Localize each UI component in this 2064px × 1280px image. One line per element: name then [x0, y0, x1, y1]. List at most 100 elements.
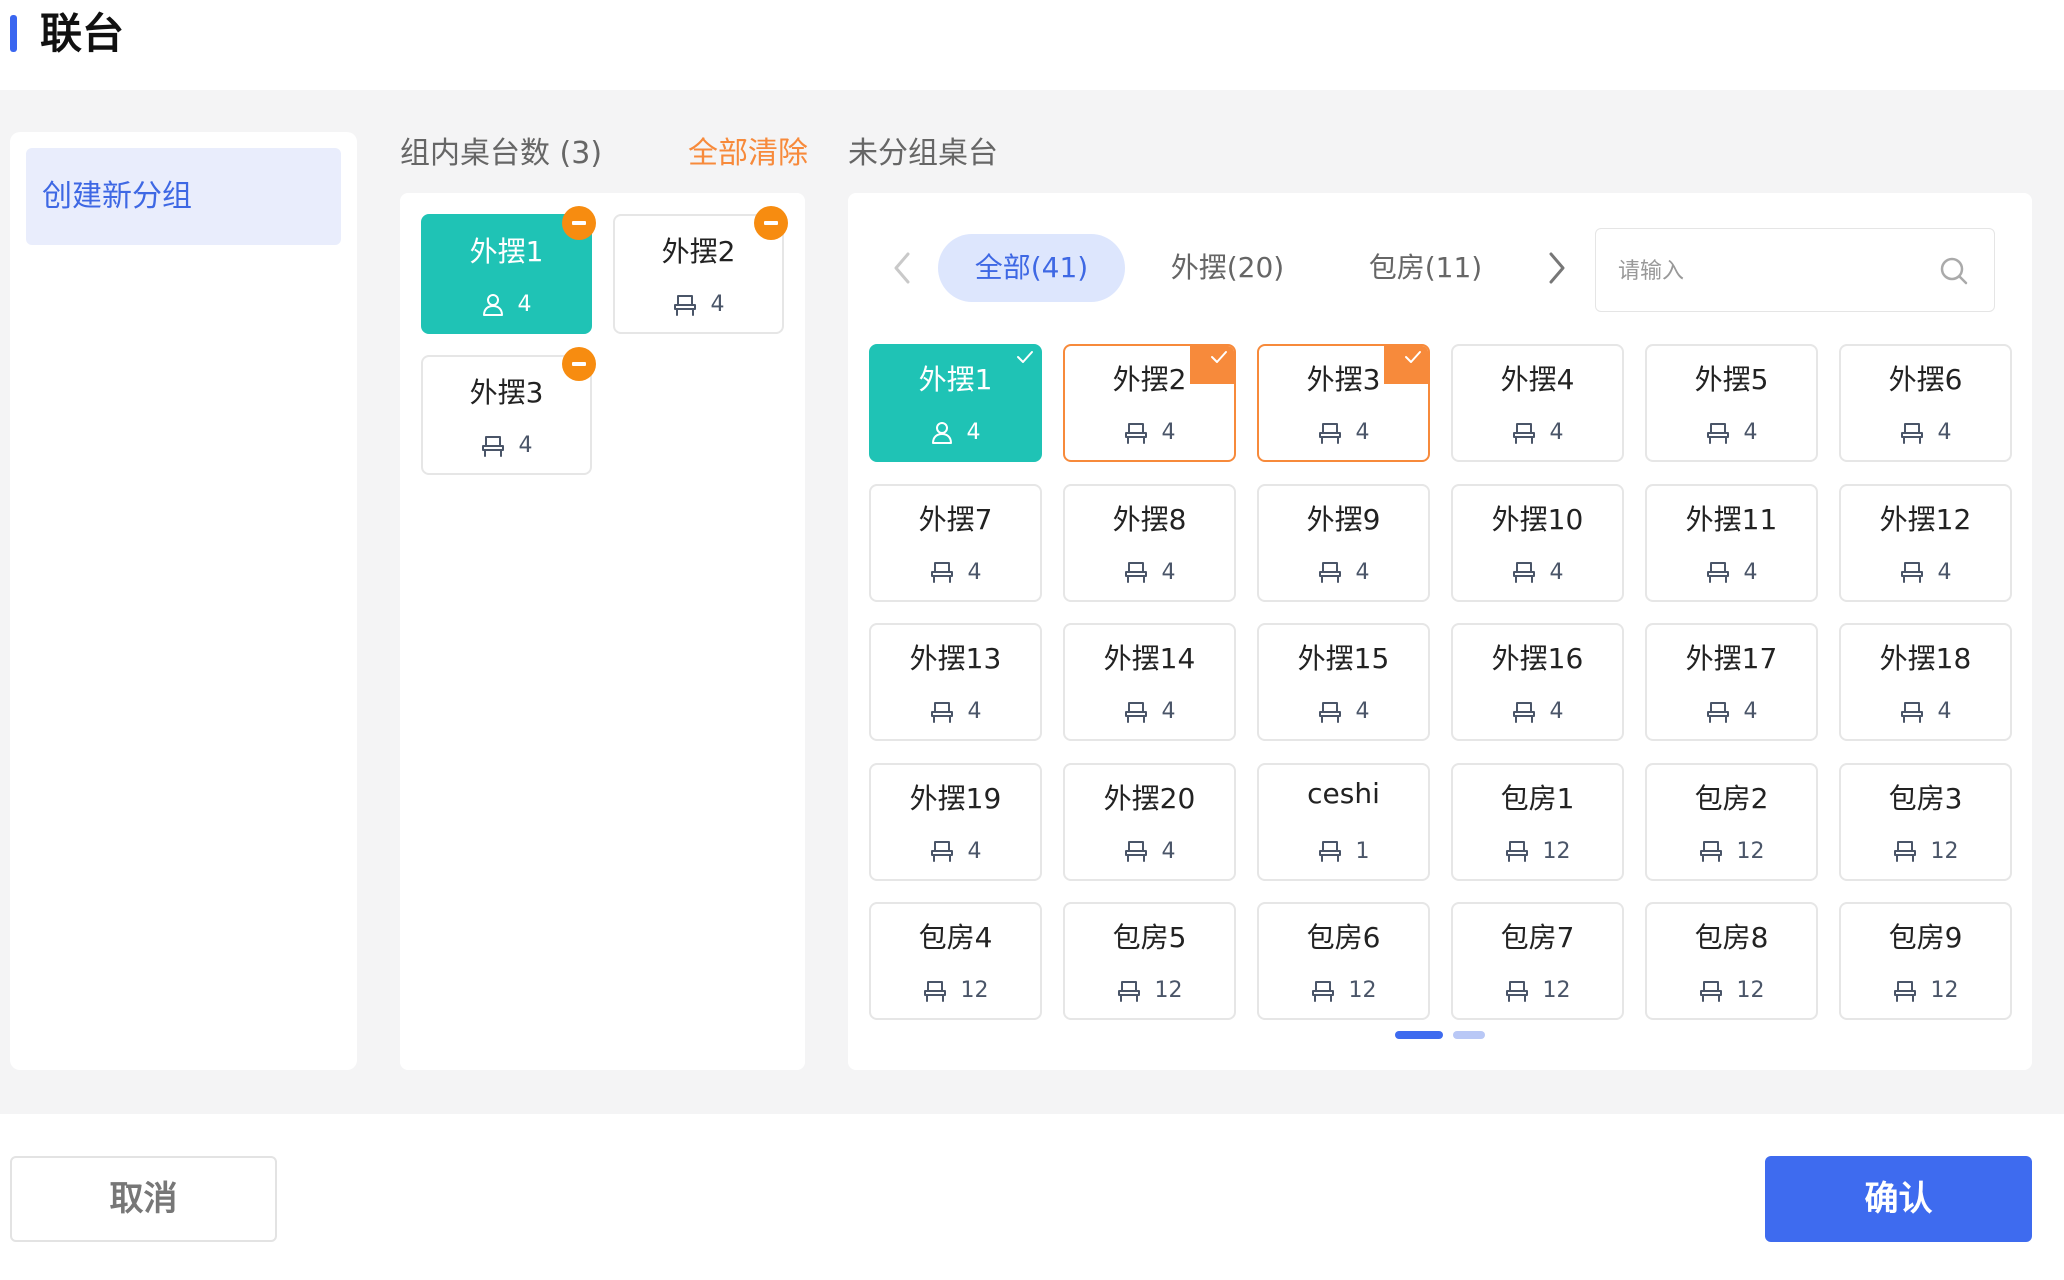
table-name: 外摆14	[1103, 642, 1196, 675]
table-card[interactable]: 外摆17 4	[1645, 623, 1818, 741]
seat-count: 1	[1355, 838, 1370, 864]
table-card[interactable]: 外摆11 4	[1645, 483, 1818, 602]
tab-all[interactable]: 全部(41)	[938, 234, 1125, 302]
table-meta: 12	[1259, 978, 1428, 1003]
table-card[interactable]: 包房6 12	[1257, 902, 1430, 1020]
tab-outdoor[interactable]: 外摆(20)	[1140, 234, 1315, 302]
table-card[interactable]: 包房7 12	[1451, 902, 1624, 1020]
table-card[interactable]: 外摆18 4	[1839, 623, 2012, 741]
table-meta: 4	[423, 292, 590, 317]
table-card[interactable]: 外摆7 4	[869, 483, 1042, 602]
seat-count: 4	[967, 699, 982, 724]
seat-icon	[1512, 701, 1536, 723]
seat-count: 12	[1154, 978, 1183, 1003]
table-card[interactable]: 外摆9 4	[1257, 483, 1430, 602]
remove-table-icon[interactable]	[562, 206, 596, 240]
table-name: 外摆7	[918, 502, 993, 536]
table-card[interactable]: 包房4 12	[869, 902, 1042, 1020]
seat-count: 4	[1743, 559, 1758, 585]
tab-prev-arrow[interactable]	[890, 248, 914, 288]
check-icon	[1190, 346, 1234, 384]
table-card[interactable]: 外摆3 4	[1257, 344, 1430, 462]
table-name: 外摆9	[1306, 502, 1381, 536]
seat-count: 4	[1355, 699, 1370, 724]
seat-count: 4	[967, 838, 982, 864]
remove-table-icon[interactable]	[562, 347, 596, 381]
table-name: 外摆6	[1888, 363, 1963, 396]
person-icon	[482, 293, 504, 317]
table-card[interactable]: 外摆8 4	[1063, 483, 1236, 602]
seat-icon	[1124, 561, 1148, 583]
search-input[interactable]	[1616, 229, 1920, 313]
table-card[interactable]: 包房5 12	[1063, 902, 1236, 1020]
table-card[interactable]: ceshi 1	[1257, 762, 1430, 881]
tab-private-room[interactable]: 包房(11)	[1338, 234, 1513, 302]
search-icon[interactable]	[1938, 255, 1970, 287]
table-meta: 4	[1647, 420, 1816, 445]
table-card[interactable]: 外摆10 4	[1451, 483, 1624, 602]
table-meta: 4	[871, 699, 1040, 724]
table-name: 包房9	[1888, 921, 1963, 954]
table-card[interactable]: 外摆16 4	[1451, 623, 1624, 741]
table-meta: 4	[423, 433, 590, 458]
table-card[interactable]: 包房3 12	[1839, 762, 2012, 881]
seat-icon	[1505, 840, 1529, 862]
table-card[interactable]: 外摆2 4	[1063, 344, 1236, 462]
table-name: 外摆5	[1694, 363, 1769, 396]
table-card[interactable]: 包房2 12	[1645, 762, 1818, 881]
table-card[interactable]: 外摆20 4	[1063, 762, 1236, 881]
table-card[interactable]: 外摆13 4	[869, 623, 1042, 741]
table-name: 外摆19	[909, 781, 1002, 815]
table-card[interactable]: 包房8 12	[1645, 902, 1818, 1020]
seat-count: 4	[710, 292, 725, 317]
table-meta: 4	[1065, 420, 1234, 445]
table-meta: 4	[1841, 420, 2010, 445]
seat-count: 12	[960, 978, 989, 1003]
table-meta: 4	[1259, 560, 1428, 585]
pagination-dot[interactable]	[1453, 1031, 1485, 1039]
table-meta: 4	[1065, 839, 1234, 864]
table-name: 外摆18	[1879, 642, 1972, 675]
pagination-dot-active[interactable]	[1395, 1031, 1443, 1039]
ungrouped-tables-label: 未分组桌台	[848, 136, 998, 171]
table-name: 外摆1	[469, 235, 544, 268]
table-name: 包房7	[1500, 921, 1575, 954]
table-card[interactable]: 外摆15 4	[1257, 623, 1430, 741]
seat-count: 12	[1736, 838, 1765, 864]
seat-icon	[1706, 422, 1730, 444]
confirm-button[interactable]: 确认	[1765, 1156, 2032, 1242]
seat-count: 4	[1743, 699, 1758, 724]
table-card[interactable]: 外摆19 4	[869, 762, 1042, 881]
seat-icon	[1706, 561, 1730, 583]
remove-table-icon[interactable]	[754, 206, 788, 240]
seat-count: 4	[1549, 420, 1564, 445]
seat-count: 4	[1937, 699, 1952, 724]
tab-next-arrow[interactable]	[1545, 248, 1569, 288]
seat-icon	[1505, 980, 1529, 1002]
cancel-button[interactable]: 取消	[10, 1156, 277, 1242]
table-card[interactable]: 外摆5 4	[1645, 344, 1818, 462]
seat-count: 12	[1930, 838, 1959, 864]
table-card[interactable]: 外摆14 4	[1063, 623, 1236, 741]
table-card[interactable]: 包房9 12	[1839, 902, 2012, 1020]
table-card[interactable]: 包房1 12	[1451, 762, 1624, 881]
table-card[interactable]: 外摆6 4	[1839, 344, 2012, 462]
table-card[interactable]: 外摆4 4	[1451, 344, 1624, 462]
seat-icon	[1900, 422, 1924, 444]
create-group-button[interactable]: 创建新分组	[26, 148, 341, 245]
clear-all-button[interactable]: 全部清除	[688, 132, 808, 176]
seat-icon	[1706, 701, 1730, 723]
table-meta: 12	[1647, 978, 1816, 1003]
table-card[interactable]: 外摆1 4	[869, 344, 1042, 462]
seat-icon	[1512, 422, 1536, 444]
seat-count: 12	[1348, 978, 1377, 1003]
header: 联台	[0, 0, 2064, 90]
person-icon	[931, 421, 953, 445]
table-card[interactable]: 外摆12 4	[1839, 483, 2012, 602]
seat-icon	[673, 294, 697, 316]
seat-icon	[1311, 980, 1335, 1002]
seat-count: 4	[1161, 420, 1176, 445]
seat-icon	[481, 435, 505, 457]
table-meta: 4	[1259, 420, 1428, 445]
table-meta: 4	[1647, 560, 1816, 585]
